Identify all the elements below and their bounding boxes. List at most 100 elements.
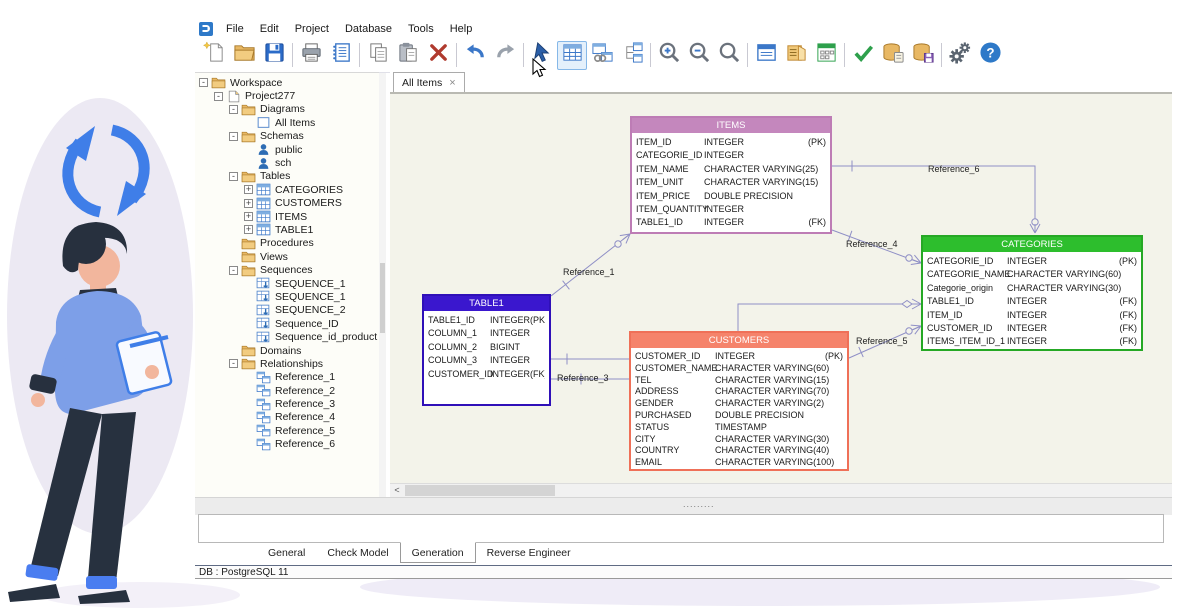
undo-button[interactable] [460, 41, 490, 70]
menu-item-file[interactable]: File [218, 21, 252, 37]
document-mode-button[interactable] [781, 41, 811, 70]
relationship-label-reference_5[interactable]: Reference_5 [856, 336, 908, 346]
add-related-table-tool-button[interactable] [587, 41, 617, 70]
tree-item-sequence-1[interactable]: SEQUENCE_1 [195, 290, 379, 303]
entity-table-title[interactable]: CUSTOMERS [631, 333, 847, 348]
tree-item-sequence-2[interactable]: SEQUENCE_2 [195, 304, 379, 317]
tree-item-diagrams[interactable]: -Diagrams [195, 103, 379, 116]
tree-item-reference-1[interactable]: Reference_1 [195, 371, 379, 384]
paste-button[interactable] [393, 41, 423, 70]
tree-item-schemas[interactable]: -Schemas [195, 130, 379, 143]
copy-button[interactable] [363, 41, 393, 70]
expand-icon[interactable]: + [244, 185, 253, 194]
save-database-button[interactable] [908, 41, 938, 70]
relationship-tool-button[interactable] [617, 41, 647, 70]
bottom-tab-general[interactable]: General [257, 543, 316, 563]
expand-icon[interactable]: + [244, 225, 253, 234]
settings-button[interactable] [945, 41, 975, 70]
tree-scrollbar[interactable] [379, 73, 386, 497]
zoom-out-button[interactable] [684, 41, 714, 70]
bottom-tab-reverse-engineer[interactable]: Reverse Engineer [476, 543, 582, 563]
column-row: ITEM_UNITCHARACTER VARYING(15) [636, 176, 826, 189]
canvas-hscrollbar[interactable]: < [390, 483, 1172, 497]
menu-item-project[interactable]: Project [287, 21, 337, 37]
tree-item-label: Views [260, 251, 288, 263]
redo-button[interactable] [490, 41, 520, 70]
tree-item-reference-6[interactable]: Reference_6 [195, 438, 379, 451]
save-button[interactable] [259, 41, 289, 70]
zoom-in-button[interactable] [654, 41, 684, 70]
entity-table-customers[interactable]: CUSTOMERSCUSTOMER_IDINTEGER(PK)CUSTOMER_… [629, 331, 849, 471]
tree-item-project277[interactable]: -Project277 [195, 89, 379, 102]
tree-item-customers[interactable]: +CUSTOMERS [195, 197, 379, 210]
expand-icon[interactable]: + [244, 212, 253, 221]
tree-item-domains[interactable]: Domains [195, 344, 379, 357]
column-row: GENDERCHARACTER VARYING(2) [635, 398, 843, 410]
new-table-tool-icon [561, 41, 584, 69]
zoom-search-button[interactable] [714, 41, 744, 70]
generate-database-button[interactable] [878, 41, 908, 70]
tree-item-reference-5[interactable]: Reference_5 [195, 424, 379, 437]
collapse-icon[interactable]: - [229, 105, 238, 114]
tree-item-reference-4[interactable]: Reference_4 [195, 411, 379, 424]
tree-item-reference-2[interactable]: Reference_2 [195, 384, 379, 397]
tree-item-all-items[interactable]: All Items [195, 116, 379, 129]
tree-scrollbar-thumb[interactable] [380, 263, 385, 333]
report-button[interactable] [326, 41, 356, 70]
tree-item-relationships[interactable]: -Relationships [195, 357, 379, 370]
collapse-icon[interactable]: - [229, 132, 238, 141]
collapse-icon[interactable]: - [199, 78, 208, 87]
print-button[interactable] [296, 41, 326, 70]
diagram-tab-all-items[interactable]: All Items × [393, 72, 465, 92]
expand-icon[interactable]: + [244, 199, 253, 208]
tree-item-sch[interactable]: sch [195, 156, 379, 169]
tree-item-sequences[interactable]: -Sequences [195, 263, 379, 276]
relationship-label-reference_3[interactable]: Reference_3 [557, 373, 609, 383]
tree-item-sequence-1[interactable]: SEQUENCE_1 [195, 277, 379, 290]
new-project-button[interactable] [199, 41, 229, 70]
relationship-label-reference_6[interactable]: Reference_6 [928, 164, 980, 174]
new-table-tool-button[interactable] [557, 41, 587, 70]
entity-table-title[interactable]: ITEMS [632, 118, 830, 133]
menu-item-tools[interactable]: Tools [400, 21, 442, 37]
relationship-label-reference_4[interactable]: Reference_4 [846, 239, 898, 249]
check-model-button[interactable] [848, 41, 878, 70]
open-folder-button[interactable] [229, 41, 259, 70]
tree-item-procedures[interactable]: Procedures [195, 237, 379, 250]
delete-button[interactable] [423, 41, 453, 70]
collapse-icon[interactable]: - [229, 359, 238, 368]
bottom-tab-check-model[interactable]: Check Model [316, 543, 399, 563]
menu-item-edit[interactable]: Edit [252, 21, 287, 37]
tree-item-workspace[interactable]: -Workspace [195, 76, 379, 89]
help-button[interactable]: ? [975, 41, 1005, 70]
menu-item-help[interactable]: Help [442, 21, 481, 37]
entity-table-title[interactable]: TABLE1 [424, 296, 549, 311]
entity-table-items[interactable]: ITEMSITEM_IDINTEGER(PK)CATEGORIE_IDINTEG… [630, 116, 832, 234]
menu-item-database[interactable]: Database [337, 21, 400, 37]
scroll-left-button[interactable]: < [390, 484, 404, 496]
collapse-icon[interactable]: - [214, 92, 223, 101]
bottom-tab-generation[interactable]: Generation [400, 542, 476, 563]
splitter-handle[interactable]: ......... [683, 499, 715, 509]
tree-item-reference-3[interactable]: Reference_3 [195, 397, 379, 410]
tree-item-sequence-id[interactable]: Sequence_ID [195, 317, 379, 330]
collapse-icon[interactable]: - [229, 172, 238, 181]
entity-table-title[interactable]: CATEGORIES [923, 237, 1141, 252]
tree-item-items[interactable]: +ITEMS [195, 210, 379, 223]
diagram-canvas[interactable]: < ITEMSITEM_IDINTEGER(PK)CATEGORIE_IDINT… [390, 92, 1172, 497]
tree-item-table1[interactable]: +TABLE1 [195, 223, 379, 236]
splitter-strip[interactable]: ......... [195, 497, 1172, 515]
entity-table-categories[interactable]: CATEGORIESCATEGORIE_IDINTEGER(PK)CATEGOR… [921, 235, 1143, 351]
collapse-icon[interactable]: - [229, 266, 238, 275]
tree-item-sequence-id-product[interactable]: Sequence_id_product [195, 330, 379, 343]
entity-table-table1[interactable]: TABLE1TABLE1_IDINTEGER(PK)COLUMN_1INTEGE… [422, 294, 551, 406]
tree-item-tables[interactable]: -Tables [195, 170, 379, 183]
tree-item-public[interactable]: public [195, 143, 379, 156]
tree-item-categories[interactable]: +CATEGORIES [195, 183, 379, 196]
relationship-label-reference_1[interactable]: Reference_1 [563, 267, 615, 277]
overview-mode-button[interactable] [751, 41, 781, 70]
grid-mode-button[interactable] [811, 41, 841, 70]
tree-item-views[interactable]: Views [195, 250, 379, 263]
close-icon[interactable]: × [449, 78, 455, 88]
canvas-hscrollbar-thumb[interactable] [405, 485, 555, 496]
